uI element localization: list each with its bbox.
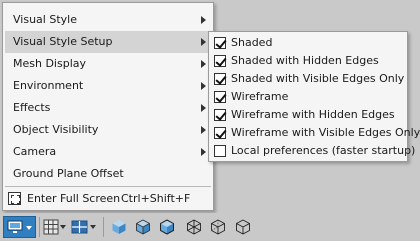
wireframe-hidden-edges-style-button[interactable] bbox=[207, 216, 229, 238]
menu-item-label: Mesh Display bbox=[13, 57, 87, 70]
visual-style-setup-submenu: Shaded Shaded with Hidden Edges Shaded w… bbox=[208, 31, 420, 162]
shortcut-label: Ctrl+Shift+F bbox=[121, 192, 191, 205]
checkbox[interactable] bbox=[214, 109, 226, 121]
menu-item-object-visibility[interactable]: Object Visibility bbox=[5, 119, 211, 141]
checkbox[interactable] bbox=[214, 145, 226, 157]
menu-item-ground-plane-offset[interactable]: Ground Plane Offset bbox=[5, 163, 211, 185]
submenu-item-shaded-hidden-edges[interactable]: Shaded with Hidden Edges bbox=[211, 52, 405, 70]
grid-icon bbox=[43, 219, 59, 235]
submenu-arrow-icon bbox=[201, 16, 206, 24]
submenu-item-local-preferences[interactable]: Local preferences (faster startup) bbox=[211, 142, 415, 160]
submenu-item-wireframe-visible-edges[interactable]: Wireframe with Visible Edges Only bbox=[211, 124, 420, 142]
menu-item-label: Ground Plane Offset bbox=[13, 167, 124, 180]
menu-item-camera[interactable]: Camera bbox=[5, 141, 211, 163]
submenu-arrow-icon bbox=[201, 104, 206, 112]
submenu-item-shaded[interactable]: Shaded bbox=[211, 34, 405, 52]
menu-separator bbox=[5, 186, 211, 187]
cube-shaded-icon bbox=[111, 219, 127, 235]
submenu-item-label: Shaded bbox=[231, 36, 273, 49]
submenu-item-shaded-visible-edges[interactable]: Shaded with Visible Edges Only bbox=[211, 70, 405, 88]
checkbox[interactable] bbox=[214, 55, 226, 67]
submenu-item-wireframe-hidden-edges[interactable]: Wireframe with Hidden Edges bbox=[211, 106, 405, 124]
submenu-arrow-icon bbox=[201, 82, 206, 90]
menu-item-enter-full-screen[interactable]: Enter Full Screen Ctrl+Shift+F bbox=[5, 188, 211, 210]
submenu-item-label: Wireframe with Hidden Edges bbox=[231, 108, 395, 121]
checkbox[interactable] bbox=[214, 37, 226, 49]
menu-item-label: Environment bbox=[13, 79, 84, 92]
menu-item-label: Effects bbox=[13, 101, 51, 114]
grid-dropdown-button[interactable] bbox=[42, 216, 69, 238]
display-dropdown-button[interactable] bbox=[3, 216, 36, 238]
shaded-visible-edges-style-button[interactable] bbox=[156, 216, 178, 238]
submenu-item-label: Wireframe with Visible Edges Only bbox=[231, 126, 420, 139]
wireframe-style-button[interactable] bbox=[183, 216, 205, 238]
submenu-item-wireframe[interactable]: Wireframe bbox=[211, 88, 405, 106]
chevron-down-icon bbox=[26, 226, 32, 230]
cube-wireframe-visible-edges-icon bbox=[235, 219, 251, 235]
chevron-down-icon bbox=[60, 225, 66, 229]
menu-item-label: Visual Style Setup bbox=[13, 35, 113, 48]
fullscreen-icon bbox=[8, 192, 21, 205]
submenu-item-label: Shaded with Visible Edges Only bbox=[231, 72, 405, 85]
submenu-arrow-icon bbox=[201, 60, 206, 68]
viewport-layout-dropdown-button[interactable] bbox=[70, 216, 99, 238]
cube-shaded-visible-edges-icon bbox=[159, 219, 175, 235]
submenu-arrow-icon bbox=[201, 126, 206, 134]
display-context-menu: Visual Style Visual Style Setup Mesh Dis… bbox=[2, 2, 214, 211]
submenu-arrow-icon bbox=[201, 38, 206, 46]
menu-item-label: Object Visibility bbox=[13, 123, 99, 136]
checkbox[interactable] bbox=[214, 91, 226, 103]
shaded-hidden-edges-style-button[interactable] bbox=[132, 216, 154, 238]
menu-item-effects[interactable]: Effects bbox=[5, 97, 211, 119]
cube-shaded-hidden-edges-icon bbox=[135, 219, 151, 235]
menu-item-environment[interactable]: Environment bbox=[5, 75, 211, 97]
shaded-style-button[interactable] bbox=[108, 216, 130, 238]
cube-wireframe-icon bbox=[186, 219, 202, 235]
wireframe-visible-edges-style-button[interactable] bbox=[232, 216, 254, 238]
chevron-down-icon bbox=[90, 225, 96, 229]
menu-item-label: Camera bbox=[13, 145, 57, 158]
viewport-layout-icon bbox=[71, 219, 88, 235]
menu-item-mesh-display[interactable]: Mesh Display bbox=[5, 53, 211, 75]
menu-item-visual-style-setup[interactable]: Visual Style Setup bbox=[5, 31, 211, 53]
cube-wireframe-hidden-edges-icon bbox=[210, 219, 226, 235]
menu-item-label: Enter Full Screen bbox=[27, 192, 121, 205]
viewport-display-menu-screen: Visual Style Visual Style Setup Mesh Dis… bbox=[0, 0, 420, 241]
checkbox[interactable] bbox=[214, 127, 226, 139]
menu-item-label: Visual Style bbox=[13, 13, 77, 26]
toolbar-separator bbox=[103, 217, 104, 237]
display-monitor-icon bbox=[7, 219, 23, 235]
submenu-item-label: Wireframe bbox=[231, 90, 289, 103]
checkbox[interactable] bbox=[214, 73, 226, 85]
menu-item-visual-style[interactable]: Visual Style bbox=[5, 9, 211, 31]
toolbar-separator bbox=[39, 217, 40, 237]
submenu-item-label: Shaded with Hidden Edges bbox=[231, 54, 379, 67]
viewport-toolbar bbox=[0, 213, 420, 241]
submenu-arrow-icon bbox=[201, 148, 206, 156]
submenu-item-label: Local preferences (faster startup) bbox=[231, 144, 416, 157]
